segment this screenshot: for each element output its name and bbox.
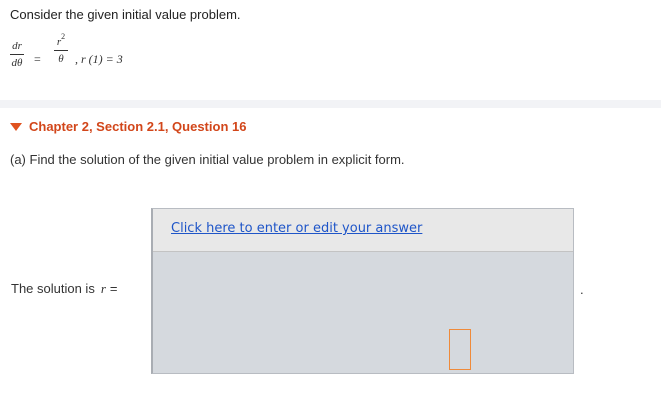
edit-answer-link[interactable]: Click here to enter or edit your answer [171,221,422,236]
rhs-denominator: θ [58,53,64,65]
equals-sign: = [34,52,41,66]
rhs-exponent: 2 [61,32,66,41]
solution-label-text: The solution is [11,281,95,296]
chapter-heading[interactable]: Chapter 2, Section 2.1, Question 16 [10,119,246,134]
solution-variable: r [100,281,106,296]
answer-input-area[interactable]: Click here to enter or edit your answer [151,208,574,374]
chapter-label: Chapter 2, Section 2.1, Question 16 [29,119,247,134]
fraction-bar [10,54,24,55]
section-divider [0,100,661,108]
rhs-numerator: r2 [57,33,65,49]
rhs-fraction: r2 θ [54,33,68,65]
fraction-denominator: dθ [11,57,23,69]
trailing-period: . [580,282,584,297]
derivative-fraction: dr dθ [10,40,24,69]
answer-header: Click here to enter or edit your answer [153,209,573,252]
answer-placeholder-box[interactable] [449,329,471,370]
solution-prompt: The solution is r = [11,281,117,297]
initial-value-equation: dr dθ = r2 θ , r (1) = 3 [8,33,188,84]
question-text: (a) Find the solution of the given initi… [10,152,405,167]
solution-equals: = [109,281,118,296]
fraction-bar [54,50,68,51]
triangle-down-icon[interactable] [10,122,22,131]
initial-condition: , r (1) = 3 [75,52,123,66]
intro-text: Consider the given initial value problem… [10,7,241,22]
fraction-numerator: dr [12,40,22,52]
